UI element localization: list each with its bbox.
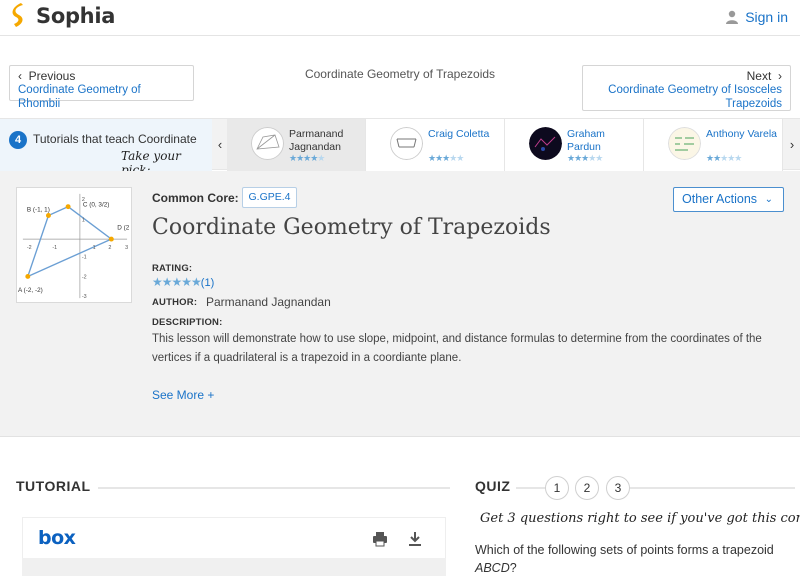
tutorial-thumbnail (668, 127, 701, 160)
current-lesson-title: Coordinate Geometry of Trapezoids (304, 67, 496, 81)
next-lesson-title-line2: Trapezoids (725, 98, 782, 110)
sophia-logo-icon (12, 3, 23, 27)
rating-count: (1) (200, 277, 215, 289)
description-text: This lesson will demonstrate how to use … (152, 333, 762, 364)
common-core-standard-badge[interactable]: G.GPE.4 (242, 187, 297, 208)
sophia-logo[interactable]: Sophia (10, 3, 115, 29)
x-tick-label: 2 (108, 245, 111, 251)
rating-stars[interactable]: ★★★★★(1) (152, 275, 214, 289)
tutorial-card[interactable]: Anthony Varela ★★★★★ (644, 119, 783, 171)
sign-in-label: Sign in (745, 9, 788, 25)
quiz-question-end: ? (509, 561, 517, 575)
tutorial-rating-stars: ★★★★★ (289, 153, 325, 163)
point-a-label: A (-2, -2) (18, 287, 43, 294)
author-name: Parmanand Jagnandan (206, 295, 331, 309)
print-icon[interactable] (371, 530, 389, 548)
other-actions-label: Other Actions (682, 192, 758, 206)
x-tick-label: 3 (125, 245, 128, 251)
page-title: Coordinate Geometry of Trapezoids (152, 215, 551, 240)
author-label: AUTHOR: (152, 297, 198, 308)
quiz-question-text: Which of the following sets of points fo… (475, 541, 795, 577)
tutorial-author-name: Graham Pardun (567, 128, 605, 153)
tutorial-thumbnail (390, 127, 423, 160)
quiz-question-start: Which of the following sets of points fo… (475, 543, 774, 557)
rating-label: RATING: (152, 263, 193, 274)
download-icon[interactable] (406, 530, 424, 548)
quiz-question-3[interactable]: 3 (606, 476, 630, 500)
next-lesson-title-line1: Coordinate Geometry of Isosceles (608, 84, 782, 96)
tutorial-rating-stars: ★★★★★ (706, 153, 742, 163)
chevron-left-icon: ‹ (18, 69, 22, 83)
user-icon (726, 10, 739, 24)
tutorial-thumbnail (251, 127, 284, 160)
document-viewer-canvas (22, 558, 446, 576)
next-label: Next (746, 69, 772, 83)
next-lesson-button[interactable]: Next › Coordinate Geometry of Isosceles … (582, 65, 791, 111)
see-more-link[interactable]: See More + (152, 388, 214, 402)
tutorial-card[interactable]: Graham Pardun ★★★★★ (505, 119, 644, 171)
tutorial-card[interactable]: Parmanand Jagnandan ★★★★★ (227, 119, 366, 171)
y-tick-label: 2 (82, 197, 85, 203)
chevron-down-icon: ⌄ (764, 194, 773, 205)
y-tick-label: -3 (82, 294, 87, 300)
sign-in-link[interactable]: Sign in (725, 9, 788, 25)
common-core-label: Common Core: (152, 191, 239, 205)
tutorial-author-name: Anthony Varela (706, 128, 778, 140)
point-c-label: C (0, 3/2) (83, 202, 110, 209)
tutorials-intro-text: Tutorials that teach Coordinate (33, 132, 197, 146)
quiz-tagline: Get 3 questions right to see if you've g… (480, 511, 800, 526)
quiz-question-variable: ABCD (475, 561, 510, 575)
tutorial-heading-divider (98, 487, 450, 489)
description-label: DESCRIPTION: (152, 317, 223, 328)
lesson-thumbnail-graph: B (-1, 1) C (0, 3/2) D (2 A (-2, -2) -2 … (16, 187, 132, 303)
tutorial-rating-stars: ★★★★★ (428, 153, 464, 163)
chevron-right-icon: › (778, 69, 782, 83)
tutorials-intro: 4 Tutorials that teach Coordinate Take y… (0, 119, 212, 177)
tutorial-author-name: Parmanand Jagnandan (289, 128, 344, 153)
previous-lesson-button[interactable]: ‹ Previous Coordinate Geometry of Rhombi… (9, 65, 194, 110)
carousel-next-arrow-icon[interactable]: › (785, 135, 799, 155)
rating-star-glyphs: ★★★★★ (152, 275, 202, 289)
box-logo: box (38, 527, 76, 549)
carousel-prev-arrow-icon[interactable]: ‹ (213, 135, 227, 155)
x-tick-label: -2 (27, 245, 32, 251)
lesson-info-panel: B (-1, 1) C (0, 3/2) D (2 A (-2, -2) -2 … (0, 171, 800, 437)
quiz-question-1[interactable]: 1 (545, 476, 569, 500)
previous-label: Previous (28, 69, 76, 83)
top-bar: Sophia Sign in (0, 0, 800, 36)
brand-name: Sophia (36, 4, 116, 28)
tutorial-count-badge: 4 (9, 131, 27, 149)
tutorial-rating-stars: ★★★★★ (567, 153, 603, 163)
y-tick-label: 1 (82, 217, 85, 223)
quiz-heading-divider-right (630, 487, 795, 489)
tutorial-thumbnail (529, 127, 562, 160)
quiz-heading: QUIZ (475, 478, 511, 494)
y-tick-label: -2 (82, 274, 87, 280)
quiz-heading-divider (516, 487, 546, 489)
tutorial-author-name: Craig Coletta (428, 128, 490, 140)
x-tick-label: -1 (52, 245, 57, 251)
tutorials-carousel: 4 Tutorials that teach Coordinate Take y… (0, 118, 800, 177)
tutorial-card[interactable]: Craig Coletta ★★★★★ (366, 119, 505, 171)
point-b-label: B (-1, 1) (27, 207, 50, 214)
quiz-question-2[interactable]: 2 (575, 476, 599, 500)
previous-lesson-title: Coordinate Geometry of Rhombii (18, 84, 141, 110)
other-actions-dropdown[interactable]: Other Actions ⌄ (673, 187, 784, 212)
y-tick-label: -1 (82, 255, 87, 261)
x-tick-label: 1 (93, 245, 96, 251)
lesson-navigation: ‹ Previous Coordinate Geometry of Rhombi… (0, 62, 800, 112)
tutorial-heading: TUTORIAL (16, 478, 91, 494)
point-d-label: D (2 (117, 224, 129, 231)
